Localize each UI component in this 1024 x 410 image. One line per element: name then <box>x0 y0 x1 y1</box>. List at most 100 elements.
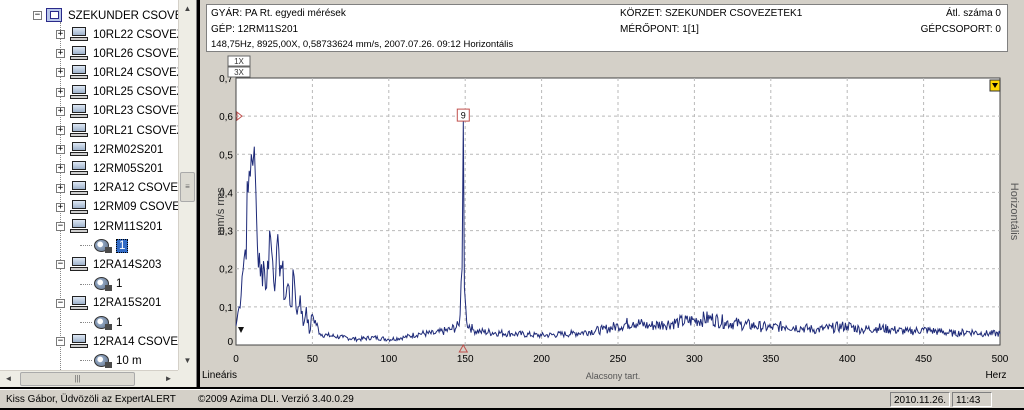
collapse-icon[interactable]: − <box>56 260 65 270</box>
status-time: 11:43 <box>952 392 992 407</box>
tree-machine-item[interactable]: +12RM09 CSOVEZ <box>56 198 187 217</box>
tree-item-label: 12RA14 CSOVEZ <box>93 335 186 348</box>
tree-root[interactable]: − SZEKUNDER CSOVEZ <box>33 6 189 25</box>
tree-machine-item[interactable]: − 12RA14S203 <box>56 255 161 274</box>
machine-icon <box>69 27 89 42</box>
x-tick-label: 300 <box>686 354 703 365</box>
expand-icon[interactable]: + <box>56 49 65 59</box>
machine-icon <box>69 65 89 80</box>
tree-machine-item[interactable]: +10RL25 CSOVEZ <box>56 83 184 102</box>
expand-icon[interactable]: + <box>56 183 65 193</box>
harmonic-3x-button[interactable]: 3X <box>227 66 251 78</box>
scroll-thumb[interactable]: ≡ <box>180 172 195 202</box>
expand-icon[interactable]: + <box>56 106 65 116</box>
tree-root-label: SZEKUNDER CSOVEZ <box>68 9 190 22</box>
scale-label: Lineáris <box>202 370 237 381</box>
tree-connector <box>80 322 92 323</box>
collapse-icon[interactable]: − <box>56 298 65 308</box>
collapse-icon[interactable]: − <box>33 11 42 20</box>
scroll-right-icon[interactable]: ► <box>160 371 177 387</box>
spectrum-panel: GYÁR: PA Rt. egyedi mérések GÉP: 12RM11S… <box>200 0 1024 387</box>
y-tick-label: 0,6 <box>219 112 233 123</box>
expand-icon[interactable]: + <box>56 30 65 39</box>
tree-machine-item[interactable]: +12RA12 CSOVEZ <box>56 179 185 198</box>
expand-icon[interactable]: + <box>56 145 65 155</box>
tree-connector <box>80 283 92 285</box>
tree-point-item[interactable]: 10 m <box>93 351 142 370</box>
collapse-icon[interactable]: − <box>56 337 65 347</box>
y-axis-label: mm/s rms <box>215 187 227 236</box>
tree-item-label: 12RM02S201 <box>93 143 164 156</box>
x-tick-label: 350 <box>762 354 779 365</box>
tree-machine-item[interactable]: +10RL21 CSOVEZ <box>56 121 184 140</box>
collapse-icon[interactable]: − <box>56 222 65 231</box>
machine-icon <box>69 123 89 138</box>
machine-icon <box>69 84 89 100</box>
x-tick-label: 100 <box>380 354 397 365</box>
x-tick-label: 450 <box>915 354 932 365</box>
tree-machine-item[interactable]: − 12RM11S201 <box>56 217 162 236</box>
y-tick-label: 0,5 <box>219 150 233 161</box>
tree-item-label: 12RM11S201 <box>93 220 163 233</box>
tree-connector <box>80 360 92 362</box>
harmonic-1x-button[interactable]: 1X <box>227 55 251 67</box>
machine-icon <box>69 180 89 196</box>
tree-item-label: 10 m <box>116 354 142 367</box>
tree-panel[interactable]: − SZEKUNDER CSOVEZ +10RL22 CSOVEZ +10RL26 C… <box>0 0 197 387</box>
status-user: Kiss Gábor, Üdvözöli az ExpertALERT <box>6 394 176 405</box>
scroll-thumb-horizontal[interactable]: ||| <box>20 372 135 386</box>
app-window: − SZEKUNDER CSOVEZ +10RL22 CSOVEZ +10RL26 C… <box>0 0 1024 410</box>
tree-machine-item[interactable]: +12RM02S201 <box>56 140 163 159</box>
expand-icon[interactable]: + <box>56 87 65 97</box>
x-tick-label: 500 <box>992 354 1009 365</box>
expand-icon[interactable]: + <box>56 126 65 135</box>
tree-point-item[interactable]: 1 <box>93 275 122 294</box>
measurement-point-icon <box>93 238 113 254</box>
scroll-down-icon[interactable]: ▼ <box>179 352 196 369</box>
tree-point-item[interactable]: 1 <box>93 236 129 255</box>
expand-icon[interactable]: + <box>56 202 65 212</box>
expand-icon[interactable]: + <box>56 164 65 174</box>
tree-machine-item[interactable]: − 12RA14 CSOVEZ <box>56 332 185 351</box>
tree-item-label: 1 <box>116 278 123 291</box>
spectrum-chart[interactable]: 0 50 100 150 200 250 300 350 400 450 50000,10,20,3… <box>200 0 1024 387</box>
y-tick-label: 0,2 <box>219 265 233 276</box>
tree-machine-item[interactable]: +10RL24 CSOVEZ <box>56 63 184 82</box>
range-label: Alacsony tart. <box>586 371 641 381</box>
machine-icon <box>69 257 89 272</box>
status-date: 2010.11.26. <box>890 392 951 407</box>
y-tick-label: 0,1 <box>219 303 233 314</box>
tree-item-label: 10RL24 CSOVEZ <box>93 66 184 79</box>
tree-item-label: 12RA15S201 <box>93 297 162 310</box>
machine-icon <box>69 103 89 119</box>
x-cursor-icon[interactable] <box>458 343 469 353</box>
tree-item-label: 10RL22 CSOVEZ <box>93 28 184 41</box>
tree-machine-item[interactable]: +10RL26 CSOVEZ <box>56 44 184 63</box>
tree-machine-item[interactable]: +10RL23 CSOVEZ <box>56 102 184 121</box>
scroll-up-icon[interactable]: ▲ <box>179 0 196 17</box>
tree-item-label: 12RM09 CSOVEZ <box>93 201 187 214</box>
tree-item-label: 10RL21 CSOVEZ <box>93 124 184 137</box>
machine-icon <box>69 142 89 157</box>
peak-marker-label: 9 <box>461 111 466 121</box>
tree-item-label: 10RL26 CSOVEZ <box>93 47 184 60</box>
tree-item-label: 10RL25 CSOVEZ <box>93 86 184 99</box>
x-tick-label: 150 <box>457 354 474 365</box>
tree-item-label: 12RA14S203 <box>93 258 162 271</box>
y-tick-label: 0 <box>227 337 233 348</box>
tree-item-label: 10RL23 CSOVEZ <box>93 105 184 118</box>
tree-vertical-scrollbar[interactable]: ▲ ≡ ▼ <box>178 0 196 370</box>
status-copyright: ©2009 Azima DLI. Verzió 3.40.0.29 <box>198 394 354 405</box>
tree-point-item[interactable]: 1 <box>93 313 122 332</box>
tree-machine-item[interactable]: − 12RA15S201 <box>56 294 161 313</box>
machine-icon <box>69 161 89 176</box>
machine-icon <box>69 295 89 311</box>
expand-icon[interactable]: + <box>56 68 65 78</box>
tree-machine-item[interactable]: +10RL22 CSOVEZ <box>56 25 184 44</box>
harmonic-1x-label: 1X <box>234 57 244 66</box>
tree-horizontal-scrollbar[interactable]: ◄ ||| ► <box>0 370 178 387</box>
tree-machine-item[interactable]: +12RM05S201 <box>56 159 163 178</box>
folder-group-icon <box>46 7 64 24</box>
tree-item-label: 12RA12 CSOVEZ <box>93 182 186 195</box>
scroll-left-icon[interactable]: ◄ <box>0 371 17 387</box>
